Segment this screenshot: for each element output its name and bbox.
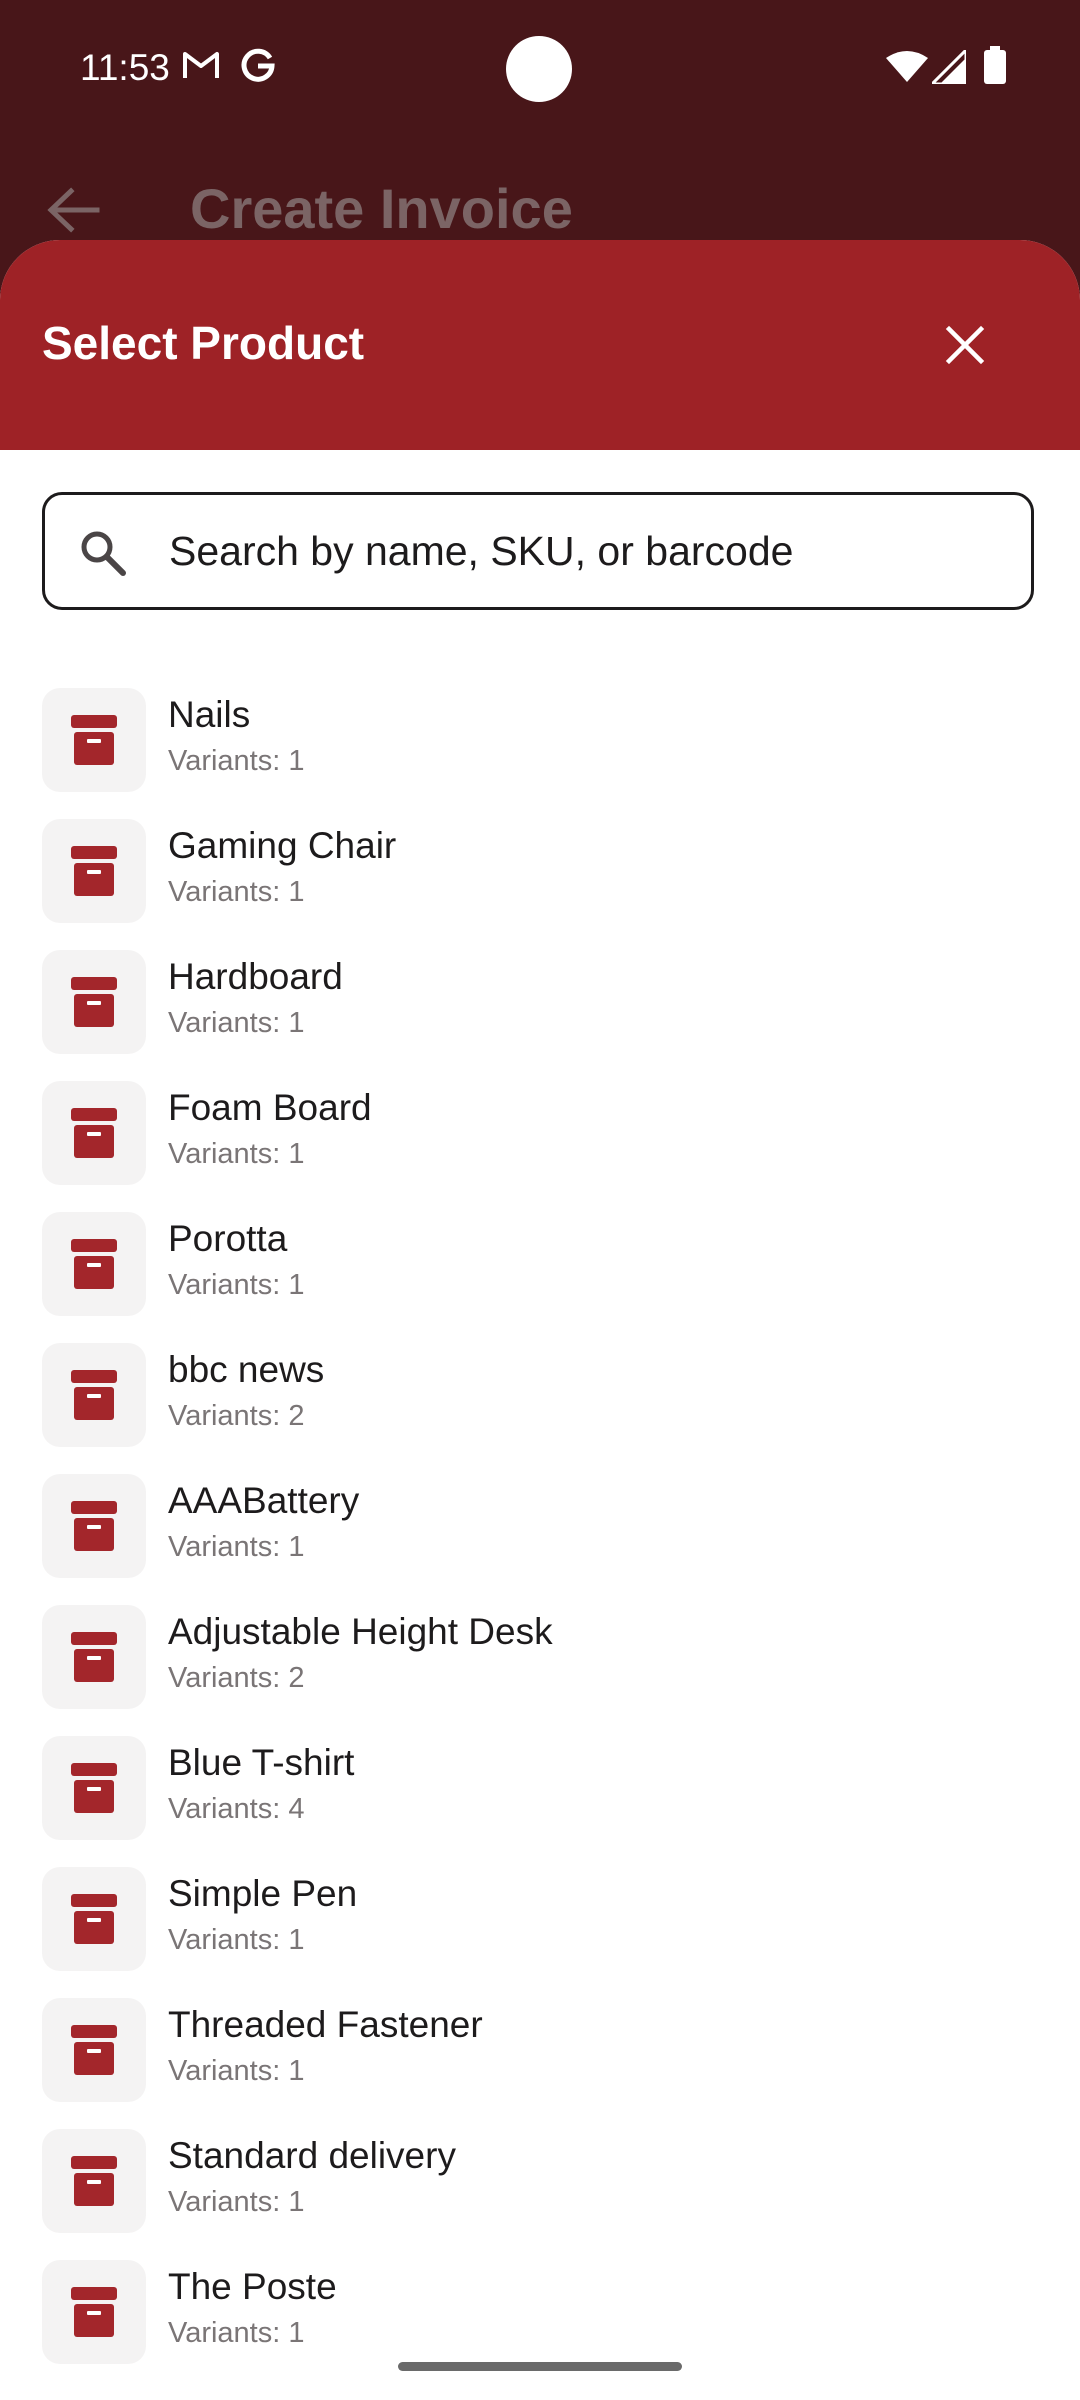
- product-name: Hardboard: [168, 956, 343, 997]
- product-name: AAABattery: [168, 1480, 360, 1521]
- product-name: bbc news: [168, 1349, 325, 1390]
- product-name: The Poste: [168, 2266, 337, 2307]
- status-time: 11:53: [80, 47, 170, 88]
- product-variants: Variants: 1: [168, 1007, 305, 1039]
- product-thumbnail: [42, 1343, 146, 1447]
- page-title: Create Invoice: [190, 177, 573, 240]
- select-product-sheet: Select Product NailsVariants: 1Gaming Ch…: [0, 240, 1080, 2400]
- search-input[interactable]: [169, 513, 989, 589]
- product-variants: Variants: 1: [168, 1531, 305, 1563]
- arrow-back-icon[interactable]: [45, 185, 101, 240]
- product-list-item[interactable]: Blue T-shirt Variants: 4: [0, 1736, 1080, 1867]
- archive-box-icon: [71, 1501, 117, 1551]
- product-variants: Variants: 1: [168, 2317, 305, 2349]
- archive-box-icon: [71, 1894, 117, 1944]
- product-list-item[interactable]: Porotta Variants: 1: [0, 1212, 1080, 1343]
- archive-box-icon: [71, 846, 117, 896]
- product-thumbnail: [42, 1081, 146, 1185]
- archive-box-icon: [71, 2025, 117, 2075]
- wifi-icon: [886, 50, 928, 87]
- product-name: Threaded Fastener: [168, 2004, 483, 2045]
- product-variants: Variants: 1: [168, 1924, 305, 1956]
- product-list-item[interactable]: Simple Pen Variants: 1: [0, 1867, 1080, 1998]
- product-list-item[interactable]: Standard delivery Variants: 1: [0, 2129, 1080, 2260]
- product-name: Adjustable Height Desk: [168, 1611, 553, 1652]
- product-name: Foam Board: [168, 1087, 372, 1128]
- product-list-item[interactable]: Gaming Chair Variants: 1: [0, 819, 1080, 950]
- product-list-item[interactable]: Nails Variants: 1: [0, 688, 1080, 819]
- product-name: Standard delivery: [168, 2135, 456, 2176]
- status-bar: 11:53: [0, 0, 1080, 130]
- product-list-item[interactable]: Foam Board Variants: 1: [0, 1081, 1080, 1212]
- product-name: Gaming Chair: [168, 825, 397, 866]
- product-name: Simple Pen: [168, 1873, 358, 1914]
- archive-box-icon: [71, 977, 117, 1027]
- product-thumbnail: [42, 2129, 146, 2233]
- archive-box-icon: [71, 715, 117, 765]
- battery-icon: [984, 46, 1006, 89]
- archive-box-icon: [71, 1370, 117, 1420]
- product-name: Nails: [168, 694, 251, 735]
- close-button[interactable]: [925, 305, 1005, 385]
- product-thumbnail: [42, 1212, 146, 1316]
- product-name: Porotta: [168, 1218, 288, 1259]
- product-variants: Variants: 1: [168, 745, 305, 777]
- sheet-header: Select Product: [0, 240, 1080, 450]
- archive-box-icon: [71, 2287, 117, 2337]
- product-list-item[interactable]: Hardboard Variants: 1: [0, 950, 1080, 1081]
- product-variants: Variants: 1: [168, 2186, 305, 2218]
- product-name: Blue T-shirt: [168, 1742, 355, 1783]
- product-variants: Variants: 1: [168, 2055, 305, 2087]
- product-thumbnail: [42, 1867, 146, 1971]
- product-thumbnail: [42, 1998, 146, 2102]
- search-field[interactable]: [42, 492, 1034, 610]
- product-list-item[interactable]: Threaded Fastener Variants: 1: [0, 1998, 1080, 2129]
- product-variants: Variants: 2: [168, 1662, 305, 1694]
- product-thumbnail: [42, 819, 146, 923]
- close-icon: [945, 325, 985, 365]
- camera-cutout: [506, 36, 572, 102]
- product-thumbnail: [42, 688, 146, 792]
- product-thumbnail: [42, 1736, 146, 1840]
- product-thumbnail: [42, 1605, 146, 1709]
- archive-box-icon: [71, 2156, 117, 2206]
- product-variants: Variants: 1: [168, 1138, 305, 1170]
- home-indicator[interactable]: [398, 2362, 682, 2371]
- sheet-title: Select Product: [42, 317, 365, 369]
- archive-box-icon: [71, 1108, 117, 1158]
- product-list-item[interactable]: Adjustable Height Desk Variants: 2: [0, 1605, 1080, 1736]
- google-icon: [240, 48, 276, 89]
- product-variants: Variants: 1: [168, 876, 305, 908]
- product-variants: Variants: 4: [168, 1793, 305, 1825]
- archive-box-icon: [71, 1632, 117, 1682]
- product-thumbnail: [42, 950, 146, 1054]
- archive-box-icon: [71, 1763, 117, 1813]
- product-list-item[interactable]: The Poste Variants: 1: [0, 2260, 1080, 2391]
- gmail-icon: [182, 50, 220, 85]
- search-icon: [79, 529, 127, 582]
- product-list-item[interactable]: bbc news Variants: 2: [0, 1343, 1080, 1474]
- product-thumbnail: [42, 1474, 146, 1578]
- product-variants: Variants: 1: [168, 1269, 305, 1301]
- product-list-item[interactable]: AAABattery Variants: 1: [0, 1474, 1080, 1605]
- archive-box-icon: [71, 1239, 117, 1289]
- product-variants: Variants: 2: [168, 1400, 305, 1432]
- signal-icon: [928, 46, 968, 89]
- product-list: Nails Variants: 1 Gaming Chair Variants: 1H…: [0, 688, 1080, 2391]
- product-thumbnail: [42, 2260, 146, 2364]
